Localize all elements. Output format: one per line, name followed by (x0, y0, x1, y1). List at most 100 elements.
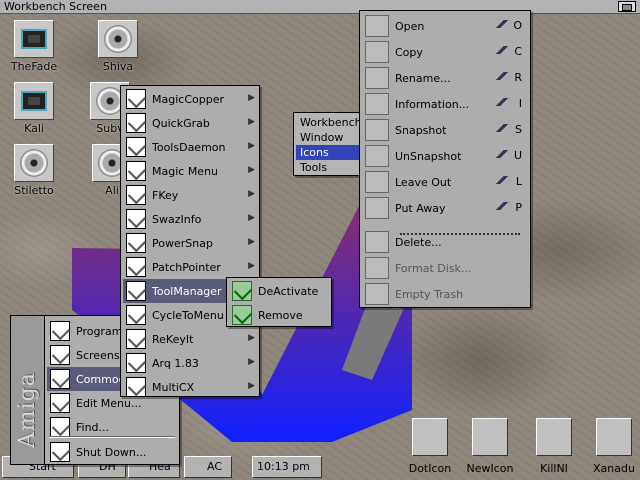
amiga-key-icon (494, 124, 510, 132)
submenu-arrow-icon: ▶ (248, 357, 255, 367)
icons-item-put-away[interactable]: Put Away P (362, 195, 528, 221)
commodity-icon (126, 353, 146, 373)
icons-item-delete[interactable]: Delete... (362, 229, 528, 255)
shutdown-icon (50, 442, 70, 462)
submenu-arrow-icon: ▶ (248, 93, 255, 103)
commodity-icon (126, 89, 146, 109)
menu-icons[interactable]: Icons (296, 145, 360, 160)
icons-item-empty-trash[interactable]: Empty Trash (362, 281, 528, 307)
icons-item-format-disk[interactable]: Format Disk... (362, 255, 528, 281)
remove-icon (232, 305, 252, 325)
submenu-arrow-icon: ▶ (248, 189, 255, 199)
toolmanager-menu: DeActivate Remove (226, 277, 332, 327)
icons-menu: Open O Copy C Rename... R Information... I S… (359, 10, 531, 308)
commodity-icon (126, 137, 146, 157)
cx-item-toolsdaemon[interactable]: ToolsDaemon ▶ (123, 135, 257, 159)
edit-menu-icon (50, 393, 70, 413)
commodity-icon (126, 329, 146, 349)
menu-workbench[interactable]: Workbench (296, 115, 362, 130)
screen-title-bar[interactable]: Workbench Screen (0, 0, 640, 14)
format-disk-icon (365, 257, 389, 279)
cx-item-powersnap[interactable]: PowerSnap ▶ (123, 231, 257, 255)
icons-item-unsnapshot[interactable]: UnSnapshot U (362, 143, 528, 169)
desktop-icon-shiva[interactable]: Shiva (86, 20, 150, 73)
delete-icon (365, 231, 389, 253)
commodity-icon (126, 185, 146, 205)
open-icon (365, 15, 389, 37)
find-icon (50, 417, 70, 437)
tm-item-remove[interactable]: Remove (229, 303, 329, 327)
cx-item-quickgrab[interactable]: QuickGrab ▶ (123, 111, 257, 135)
commodity-icon (126, 305, 146, 325)
killni-icon (536, 418, 572, 456)
doticon-icon (412, 418, 448, 456)
icons-item-information[interactable]: Information... I (362, 91, 528, 117)
submenu-arrow-icon: ▶ (248, 333, 255, 343)
task-button-ac[interactable]: AC (184, 456, 232, 478)
submenu-arrow-icon: ▶ (248, 237, 255, 247)
menu-window[interactable]: Window (296, 130, 360, 145)
workbench-menu: Workbench Window Icons Tools (293, 112, 363, 176)
cx-item-fkey[interactable]: FKey ▶ (123, 183, 257, 207)
unsnapshot-icon (365, 145, 389, 167)
deactivate-icon (232, 281, 252, 301)
icons-item-leave-out[interactable]: Leave Out L (362, 169, 528, 195)
harddisk-icon (14, 144, 54, 182)
screens-icon (50, 345, 70, 365)
commodities-menu: MagicCopper ▶ QuickGrab ▶ ToolsDaemon ▶ Mag… (120, 85, 260, 397)
menu-tools[interactable]: Tools (296, 160, 360, 175)
submenu-arrow-icon: ▶ (248, 381, 255, 391)
newicon-icon (472, 418, 508, 456)
cx-item-arq[interactable]: Arq 1.83 ▶ (123, 351, 257, 375)
dock-icon-xanadu[interactable]: Xanadu (584, 418, 640, 480)
xanadu-icon (596, 418, 632, 456)
cx-item-multicx[interactable]: MultiCX ▶ (123, 375, 257, 399)
start-item-shutdown[interactable]: Shut Down... (47, 440, 177, 464)
copy-icon (365, 41, 389, 63)
commodities-icon (50, 369, 70, 389)
commodity-icon (126, 281, 146, 301)
cx-item-rekeyit[interactable]: ReKeyIt ▶ (123, 327, 257, 351)
leave-out-icon (365, 171, 389, 193)
cx-item-patchpointer[interactable]: PatchPointer ▶ (123, 255, 257, 279)
snapshot-icon (365, 119, 389, 141)
clock: 10:13 pm (252, 456, 322, 478)
commodity-icon (126, 257, 146, 277)
icons-item-rename[interactable]: Rename... R (362, 65, 528, 91)
commodity-icon (126, 233, 146, 253)
screen-title: Workbench Screen (4, 0, 107, 13)
submenu-arrow-icon: ▶ (248, 165, 255, 175)
amiga-key-icon (494, 72, 510, 80)
icons-item-open[interactable]: Open O (362, 13, 528, 39)
submenu-arrow-icon: ▶ (248, 141, 255, 151)
submenu-arrow-icon: ▶ (248, 261, 255, 271)
desktop-icon-stiletto[interactable]: Stiletto (2, 144, 66, 197)
put-away-icon (365, 197, 389, 219)
trash-icon (365, 283, 389, 305)
amiga-key-icon (494, 150, 510, 158)
commodity-icon (126, 209, 146, 229)
desktop-icon-thefade[interactable]: TheFade (2, 20, 66, 73)
commodity-icon (126, 161, 146, 181)
harddisk-icon (98, 20, 138, 58)
submenu-arrow-icon: ▶ (248, 117, 255, 127)
commodity-icon (126, 113, 146, 133)
dock-icon-doticon[interactable]: DotIcon (400, 418, 460, 480)
start-menu-banner: Amiga (10, 315, 44, 465)
cx-item-magiccopper[interactable]: MagicCopper ▶ (123, 87, 257, 111)
programs-icon (50, 321, 70, 341)
dock-icon-killni[interactable]: KillNI (524, 418, 584, 480)
depth-gadget-icon[interactable] (618, 1, 636, 12)
tm-item-deactivate[interactable]: DeActivate (229, 279, 329, 303)
cx-item-magic-menu[interactable]: Magic Menu ▶ (123, 159, 257, 183)
amiga-key-icon (494, 202, 510, 210)
desktop-icon-kali[interactable]: Kali (2, 82, 66, 135)
rename-icon (365, 67, 389, 89)
icons-item-snapshot[interactable]: Snapshot S (362, 117, 528, 143)
submenu-arrow-icon: ▶ (248, 213, 255, 223)
cpu-chip-icon (14, 82, 54, 120)
cpu-chip-icon (14, 20, 54, 58)
cx-item-swazinfo[interactable]: SwazInfo ▶ (123, 207, 257, 231)
icons-item-copy[interactable]: Copy C (362, 39, 528, 65)
dock-icon-newicon[interactable]: NewIcon (460, 418, 520, 480)
